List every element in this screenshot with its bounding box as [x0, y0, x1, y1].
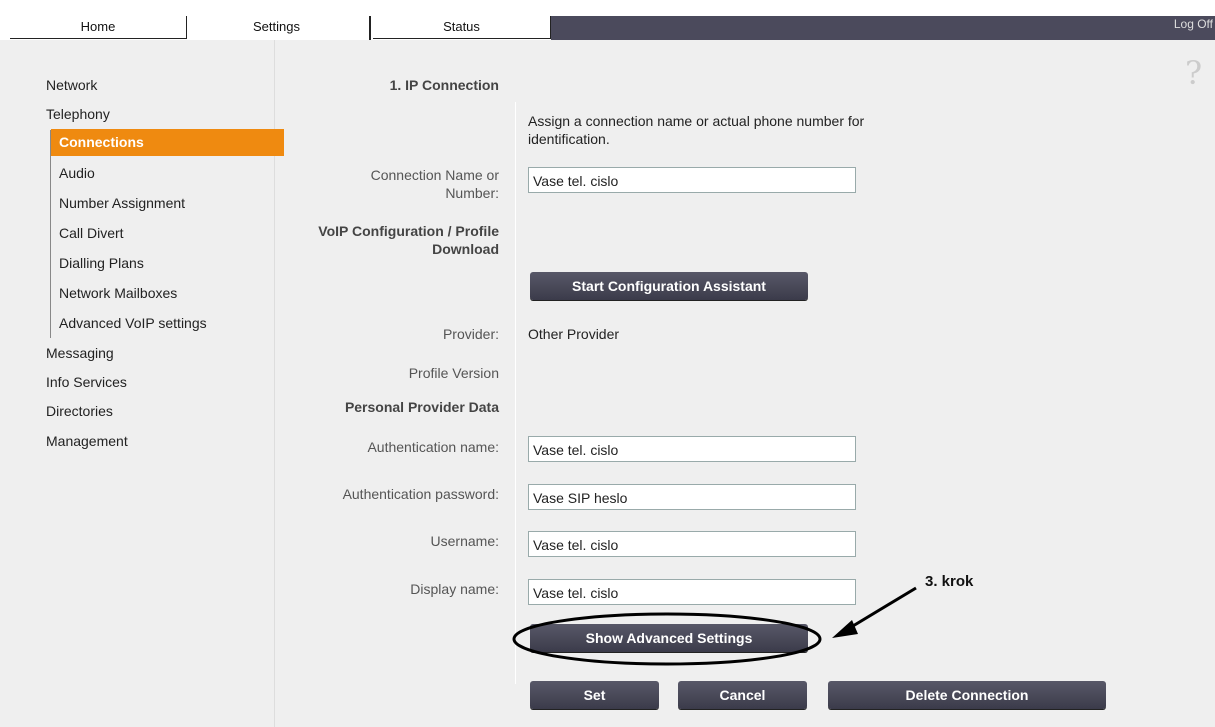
tab-home[interactable]: Home — [10, 16, 187, 39]
auth-password-field[interactable]: Vase SIP heslo — [528, 484, 856, 510]
tab-status[interactable]: Status — [373, 16, 551, 39]
section-ip-connection: 1. IP Connection — [389, 77, 499, 93]
start-configuration-assistant-button[interactable]: Start Configuration Assistant — [530, 272, 808, 300]
tab-settings[interactable]: Settings — [187, 16, 371, 40]
auth-name-field[interactable]: Vase tel. cislo — [528, 436, 856, 462]
sidebar-item-audio[interactable]: Audio — [59, 165, 95, 181]
auth-name-label: Authentication name: — [367, 439, 499, 455]
connection-name-label-line-2: Number: — [445, 185, 499, 201]
sidebar-item-messaging[interactable]: Messaging — [46, 345, 114, 361]
connection-name-field[interactable]: Vase tel. cislo — [528, 167, 856, 193]
top-bar-dark-strip — [551, 16, 1215, 40]
annotation-ellipse — [512, 612, 822, 666]
connection-name-label-line-1: Connection Name or — [370, 167, 499, 183]
sidebar-item-connections[interactable]: Connections — [51, 129, 284, 156]
sidebar-item-info-services[interactable]: Info Services — [46, 374, 127, 390]
assign-description-line-1: Assign a connection name or actual phone… — [528, 113, 865, 129]
tab-status-label: Status — [443, 19, 480, 34]
provider-value: Other Provider — [528, 326, 620, 342]
sidebar-item-telephony[interactable]: Telephony — [46, 106, 110, 122]
help-icon[interactable]: ? — [1185, 54, 1202, 92]
tab-home-label: Home — [80, 19, 116, 34]
provider-label: Provider: — [442, 326, 499, 342]
tab-settings-label: Settings — [253, 19, 300, 34]
sidebar-item-number-assignment[interactable]: Number Assignment — [59, 195, 185, 211]
assign-description-line-2: identification. — [528, 131, 610, 147]
sidebar: Network Telephony Connections Audio Numb… — [0, 40, 284, 727]
profile-version-label: Profile Version — [408, 365, 499, 381]
auth-password-label: Authentication password: — [342, 486, 499, 502]
annotation-label: 3. krok — [925, 573, 974, 590]
connection-name-label: Connection Name or Number: — [371, 166, 499, 202]
main-area: Network Telephony Connections Audio Numb… — [0, 40, 1215, 727]
username-label: Username: — [430, 533, 499, 549]
sidebar-item-network-mailboxes[interactable]: Network Mailboxes — [59, 285, 177, 301]
sidebar-item-management[interactable]: Management — [46, 433, 128, 449]
sidebar-item-call-divert[interactable]: Call Divert — [59, 225, 124, 241]
log-off-link[interactable]: Log Off — [1174, 17, 1213, 31]
voip-config-label-line-2: Download — [432, 241, 499, 257]
sidebar-item-directories[interactable]: Directories — [46, 403, 113, 419]
sidebar-item-dialling-plans[interactable]: Dialling Plans — [59, 255, 144, 271]
voip-config-label: VoIP Configuration / Profile Download — [318, 222, 499, 258]
personal-provider-data-label: Personal Provider Data — [344, 399, 499, 415]
voip-config-label-line-1: VoIP Configuration / Profile — [318, 223, 499, 239]
sidebar-item-network[interactable]: Network — [46, 77, 97, 93]
top-navigation-bar: Home Settings Status Log Off — [0, 0, 1215, 40]
sidebar-item-advanced-voip[interactable]: Advanced VoIP settings — [59, 315, 207, 331]
assign-description: Assign a connection name or actual phone… — [528, 112, 864, 148]
annotation-arrowhead-icon — [832, 620, 858, 638]
annotation-overlay — [512, 586, 917, 666]
submenu-divider — [50, 130, 51, 338]
display-name-label: Display name: — [410, 581, 499, 597]
username-field[interactable]: Vase tel. cislo — [528, 531, 856, 557]
